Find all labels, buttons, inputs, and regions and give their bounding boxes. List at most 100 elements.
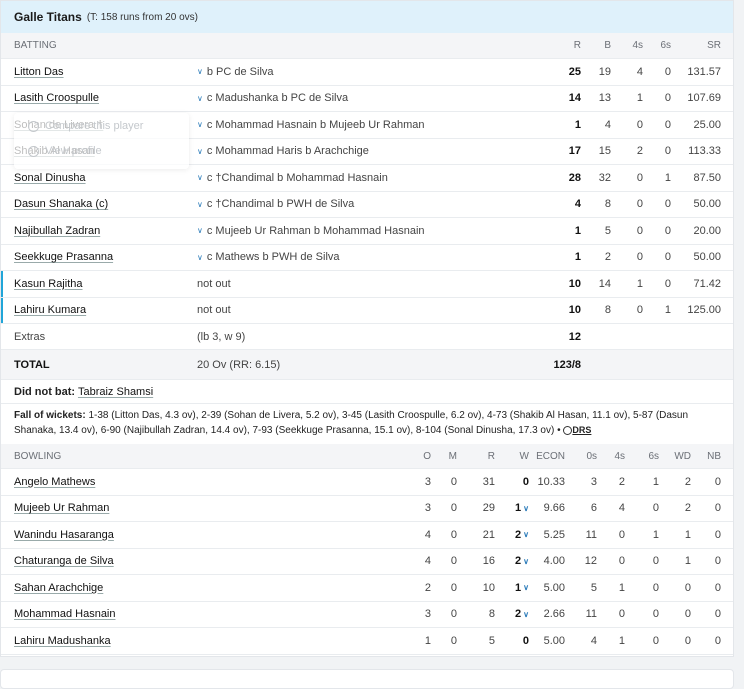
bowler-name[interactable]: Mohammad Hasnain bbox=[14, 602, 184, 628]
balls: 13 bbox=[598, 92, 611, 105]
strike-rate: 50.00 bbox=[693, 198, 721, 211]
fours: 4 bbox=[636, 65, 643, 78]
wickets[interactable]: 2 ∨ bbox=[501, 602, 529, 628]
o: 3 bbox=[424, 502, 431, 515]
dismissal[interactable]: ∨ c Mathews b PWH de Silva bbox=[197, 245, 527, 271]
bowler-name[interactable]: Chaturanga de Silva bbox=[14, 549, 184, 575]
batter-name[interactable]: Lahiru Kumara bbox=[14, 298, 184, 324]
dismissal-text: c Mujeeb Ur Rahman b Mohammad Hasnain bbox=[206, 224, 425, 237]
strike-rate: 113.33 bbox=[688, 145, 721, 158]
extras-row: Extras (lb 3, w 9) 12 bbox=[1, 324, 733, 350]
batter-name[interactable]: Dasun Shanaka (c) bbox=[14, 192, 184, 218]
econ: 5.25 bbox=[543, 528, 565, 541]
4s: 0 bbox=[618, 528, 625, 541]
wickets[interactable]: 1 ∨ bbox=[501, 575, 529, 601]
dismissal[interactable]: ∨ c Mohammad Haris b Arachchige bbox=[197, 139, 527, 165]
dismissal[interactable]: ∨ c Madushanka b PC de Silva bbox=[197, 86, 527, 112]
view-profile-option[interactable]: View profile bbox=[28, 145, 102, 157]
sixes: 1 bbox=[664, 304, 671, 317]
0s: 11 bbox=[585, 528, 597, 541]
strike-rate: 131.57 bbox=[687, 65, 721, 78]
bowler-name[interactable]: Sahan Arachchige bbox=[14, 575, 184, 601]
bowler-row: Wanindu Hasaranga 4 0 21 2 ∨ 5.25 11 0 1 1 0 bbox=[1, 522, 733, 549]
fours: 0 bbox=[636, 251, 643, 264]
drs-link[interactable]: DRS bbox=[572, 425, 591, 435]
balls: 15 bbox=[598, 145, 611, 158]
dismissal[interactable]: ∨ c †Chandimal b PWH de Silva bbox=[197, 192, 527, 218]
dismissal-text: c Madushanka b PC de Silva bbox=[206, 92, 349, 105]
total-row: TOTAL 20 Ov (RR: 6.15) 123/8 bbox=[1, 350, 733, 380]
batter-row: Najibullah Zadran ∨ c Mujeeb Ur Rahman b M… bbox=[1, 218, 733, 245]
wickets-value: 1 bbox=[515, 581, 522, 594]
strike-rate: 25.00 bbox=[693, 118, 721, 131]
bowler-name[interactable]: Lahiru Madushanka bbox=[14, 628, 184, 654]
batter-name[interactable]: Litton Das bbox=[14, 59, 184, 85]
0s: 3 bbox=[590, 475, 597, 488]
o: 4 bbox=[424, 555, 431, 568]
col-4s: 4s bbox=[614, 450, 625, 462]
wd: 0 bbox=[684, 581, 691, 594]
fours: 0 bbox=[636, 304, 643, 317]
6s: 0 bbox=[652, 502, 659, 515]
total-label: TOTAL bbox=[14, 358, 50, 371]
o: 2 bbox=[424, 581, 431, 594]
bowling-table: BOWLING O M R W ECON 0s 4s 6s WD NB Angelo Mathews 3… bbox=[1, 444, 733, 655]
6s: 0 bbox=[652, 634, 659, 647]
chevron-down-icon: ∨ bbox=[197, 173, 203, 183]
dismissal: not out bbox=[197, 271, 527, 297]
wickets[interactable]: 2 ∨ bbox=[501, 549, 529, 575]
did-not-bat-player[interactable]: Tabraiz Shamsi bbox=[78, 386, 153, 398]
wickets-value: 1 bbox=[515, 502, 522, 515]
batter-name[interactable]: Lasith Croospulle bbox=[14, 86, 184, 112]
wickets[interactable]: 2 ∨ bbox=[501, 522, 529, 548]
nb: 0 bbox=[714, 502, 721, 515]
batting-label: BATTING bbox=[14, 40, 57, 51]
chevron-down-icon: ∨ bbox=[523, 503, 529, 513]
bowler-name[interactable]: Mujeeb Ur Rahman bbox=[14, 496, 184, 522]
dismissal[interactable]: ∨ b PC de Silva bbox=[197, 59, 527, 85]
wd: 2 bbox=[684, 502, 691, 515]
6s: 0 bbox=[652, 608, 659, 621]
dismissal[interactable]: ∨ c Mujeeb Ur Rahman b Mohammad Hasnain bbox=[197, 218, 527, 244]
col-o: O bbox=[423, 450, 431, 462]
chevron-down-icon: ∨ bbox=[197, 146, 203, 156]
0s: 5 bbox=[590, 581, 597, 594]
sixes: 0 bbox=[664, 145, 671, 158]
fours: 0 bbox=[636, 198, 643, 211]
dismissal[interactable]: ∨ c †Chandimal b Mohammad Hasnain bbox=[197, 165, 527, 191]
wickets[interactable]: 1 ∨ bbox=[501, 496, 529, 522]
r: 29 bbox=[482, 502, 495, 515]
col-0s: 0s bbox=[586, 450, 597, 462]
chevron-down-icon: ∨ bbox=[523, 609, 529, 619]
batter-row: Kasun Rajitha not out 10 14 1 0 71.42 bbox=[1, 271, 733, 298]
chevron-down-icon: ∨ bbox=[197, 199, 203, 209]
m: 0 bbox=[450, 608, 457, 621]
balls: 4 bbox=[604, 118, 611, 131]
balls: 8 bbox=[604, 198, 611, 211]
6s: 1 bbox=[652, 528, 659, 541]
fours: 2 bbox=[636, 145, 643, 158]
batter-name[interactable]: Najibullah Zadran bbox=[14, 218, 184, 244]
player-popup: Compare this player View profile bbox=[14, 113, 189, 169]
bowler-row: Sahan Arachchige 2 0 10 1 ∨ 5.00 5 1 0 0 0 bbox=[1, 575, 733, 602]
compare-player-option[interactable]: Compare this player bbox=[28, 120, 143, 132]
o: 1 bbox=[424, 634, 431, 647]
fours: 1 bbox=[636, 277, 643, 290]
bowler-row: Lahiru Madushanka 1 0 5 0 5.00 4 1 0 0 0 bbox=[1, 628, 733, 655]
6s: 1 bbox=[652, 475, 659, 488]
wickets-value: 2 bbox=[515, 528, 522, 541]
chevron-down-icon: ∨ bbox=[197, 120, 203, 130]
innings-header[interactable]: Galle Titans (T: 158 runs from 20 ovs) bbox=[1, 1, 733, 33]
bowler-name[interactable]: Angelo Mathews bbox=[14, 469, 184, 495]
strike-rate: 107.69 bbox=[687, 92, 721, 105]
4s: 1 bbox=[618, 581, 625, 594]
r: 21 bbox=[482, 528, 495, 541]
team-name: Galle Titans bbox=[14, 10, 82, 24]
dismissal[interactable]: ∨ c Mohammad Hasnain b Mujeeb Ur Rahman bbox=[197, 112, 527, 138]
nb: 0 bbox=[714, 528, 721, 541]
batter-name[interactable]: Seekkuge Prasanna bbox=[14, 245, 184, 271]
chevron-down-icon: ∨ bbox=[197, 252, 203, 262]
col-b: B bbox=[604, 40, 611, 51]
batter-name[interactable]: Kasun Rajitha bbox=[14, 271, 184, 297]
bowler-name[interactable]: Wanindu Hasaranga bbox=[14, 522, 184, 548]
